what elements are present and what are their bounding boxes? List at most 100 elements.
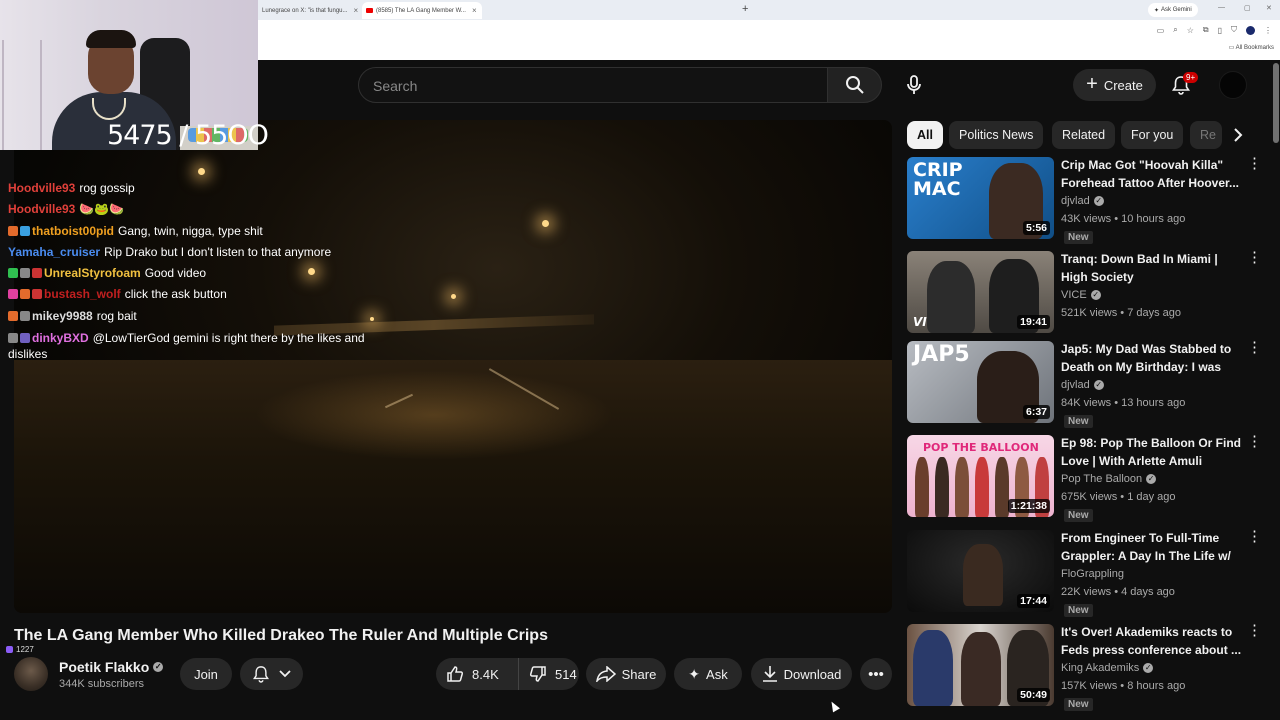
join-button[interactable]: Join — [180, 658, 232, 690]
chat-badge-icon — [20, 333, 30, 344]
recommended-title[interactable]: Jap5: My Dad Was Stabbed to Death on My … — [1061, 341, 1243, 377]
goal-counter: 5475 / 55OO — [107, 120, 269, 151]
chat-message: Hoodville93 🍉🐸🍉 — [8, 199, 388, 220]
create-button[interactable]: + Create — [1073, 69, 1156, 101]
chat-badge-icon — [32, 268, 42, 279]
sparkle-icon: ✦ — [688, 665, 701, 682]
menu-icon[interactable]: ⋮ — [1264, 26, 1272, 35]
recommended-title[interactable]: Tranq: Down Bad In Miami | High Society — [1061, 251, 1243, 286]
recommended-title[interactable]: It's Over! Akademiks reacts to Feds pres… — [1061, 624, 1243, 659]
cast-icon[interactable]: ▭ — [1157, 26, 1165, 35]
profile-avatar[interactable] — [1246, 25, 1255, 35]
sidepanel-icon[interactable]: ▯ — [1218, 26, 1222, 35]
channel-name: King Akademiks — [1061, 662, 1140, 674]
browser-tab-2[interactable]: (8585) The LA Gang Member W... × — [362, 2, 482, 19]
thumbnail-text: POP THE BALLOON — [923, 441, 1039, 454]
more-options-icon[interactable]: ⋮ — [1247, 250, 1262, 265]
recommended-channel[interactable]: FloGrappling — [1061, 568, 1124, 580]
account-avatar[interactable] — [1219, 71, 1247, 99]
close-icon[interactable]: × — [354, 6, 358, 15]
chat-badge-icon — [20, 310, 30, 321]
recommended-meta: 157K views • 8 hours ago — [1061, 680, 1186, 692]
channel-avatar[interactable] — [14, 657, 48, 691]
chat-username: thatboist00pid — [32, 223, 115, 238]
thumbnail[interactable]: 17:44 — [907, 530, 1054, 612]
channel-name: djvlad — [1061, 195, 1090, 207]
more-options-icon[interactable]: ⋮ — [1247, 156, 1262, 171]
scrollbar-thumb[interactable] — [1273, 63, 1279, 143]
chat-username: Hoodville93 — [8, 181, 76, 195]
close-icon[interactable]: × — [472, 6, 477, 15]
maximize-icon[interactable]: ▢ — [1244, 4, 1251, 12]
chip-all[interactable]: All — [907, 121, 943, 149]
chip-related[interactable]: Related — [1052, 121, 1116, 149]
bookmarks-label: All Bookmarks — [1235, 45, 1274, 51]
plus-icon: + — [1086, 73, 1098, 95]
subscription-bell-button[interactable] — [240, 658, 303, 690]
thumbnail[interactable]: JAP5 6:37 — [907, 341, 1054, 423]
tab-strip: Lunegrace on X: "is that fungu... × (858… — [258, 0, 1280, 20]
thumbnail-person — [913, 630, 953, 706]
recommended-channel[interactable]: djvlad ✓ — [1061, 195, 1104, 207]
duration-badge: 19:41 — [1017, 315, 1050, 329]
recommended-channel[interactable]: Pop The Balloon ✓ — [1061, 473, 1157, 485]
recommended-item[interactable]: 17:44 From Engineer To Full-Time Grapple… — [907, 529, 1277, 617]
search-button[interactable] — [827, 67, 882, 103]
more-options-icon[interactable]: ⋮ — [1247, 434, 1262, 449]
download-icon — [762, 666, 777, 682]
share-button[interactable]: Share — [586, 658, 666, 690]
like-button[interactable]: 8.4K — [436, 658, 519, 690]
more-options-icon[interactable]: ⋮ — [1247, 529, 1262, 544]
zoom-icon[interactable]: ⌕ — [1173, 25, 1177, 35]
like-dislike-group: 8.4K 514 — [436, 658, 579, 690]
thumbnail-person — [935, 457, 949, 517]
recommended-item[interactable]: VICE 19:41 Tranq: Down Bad In Miami | Hi… — [907, 250, 1277, 337]
chat-message: dinkyBXD @LowTierGod gemini is right ther… — [8, 327, 388, 362]
recommended-channel[interactable]: djvlad ✓ — [1061, 379, 1104, 391]
dislike-button[interactable]: 514 — [519, 665, 577, 683]
chip-for-you[interactable]: For you — [1121, 121, 1184, 149]
chat-message: bustash_wolf click the ask button — [8, 284, 388, 305]
browser-tab-1[interactable]: Lunegrace on X: "is that fungu... × — [258, 2, 358, 19]
extensions-icon[interactable]: ⧉ — [1203, 25, 1209, 35]
more-options-icon[interactable]: ⋮ — [1247, 623, 1262, 638]
window-close-icon[interactable]: ✕ — [1266, 4, 1272, 12]
search-input[interactable]: Search — [358, 67, 828, 103]
recommended-title[interactable]: Crip Mac Got "Hoovah Killa" Forehead Tat… — [1061, 157, 1243, 192]
chip-politics-news[interactable]: Politics News — [949, 121, 1044, 149]
download-button[interactable]: Download — [751, 658, 852, 690]
bookmarks-button[interactable]: ▭ All Bookmarks — [1229, 44, 1274, 51]
folder-icon: ▭ — [1228, 45, 1235, 51]
ask-gemini-button[interactable]: ✦ Ask Gemini — [1148, 3, 1198, 17]
recommended-title[interactable]: Ep 98: Pop The Balloon Or Find Love | Wi… — [1061, 435, 1243, 470]
recommended-item[interactable]: CRIP MAC 5:56 Crip Mac Got "Hoovah Killa… — [907, 156, 1277, 244]
recommended-item[interactable]: POP THE BALLOON 1:21:38 Ep 98: Pop The B… — [907, 434, 1277, 522]
recommended-item[interactable]: JAP5 6:37 Jap5: My Dad Was Stabbed to De… — [907, 340, 1277, 428]
ask-button[interactable]: ✦ Ask — [674, 658, 742, 690]
thumbnail[interactable]: 50:49 — [907, 624, 1054, 706]
more-options-icon[interactable]: ⋮ — [1247, 340, 1262, 355]
recommended-meta: 521K views • 7 days ago — [1061, 307, 1182, 319]
thumbnail[interactable]: CRIP MAC 5:56 — [907, 157, 1054, 239]
chip-partial[interactable]: Re — [1190, 121, 1222, 149]
new-tab-button[interactable]: + — [742, 3, 748, 15]
voice-search-button[interactable] — [895, 67, 933, 103]
more-actions-button[interactable]: ••• — [860, 658, 892, 690]
recommended-channel[interactable]: King Akademiks ✓ — [1061, 662, 1154, 674]
channel-name-link[interactable]: Poetik Flakko ✓ — [59, 659, 164, 675]
recommended-title[interactable]: From Engineer To Full-Time Grappler: A D… — [1061, 530, 1243, 566]
extension-icon[interactable]: ⛉ — [1231, 25, 1237, 35]
chat-message: Yamaha_cruiser Rip Drako but I don't list… — [8, 242, 388, 263]
thumbnail[interactable]: VICE 19:41 — [907, 251, 1054, 333]
channel-name: VICE — [1061, 289, 1087, 301]
duration-badge: 17:44 — [1017, 594, 1050, 608]
star-icon[interactable]: ☆ — [1187, 26, 1194, 35]
minimize-icon[interactable]: — — [1218, 4, 1225, 11]
recommended-item[interactable]: 50:49 It's Over! Akademiks reacts to Fed… — [907, 623, 1277, 711]
thumbnail[interactable]: POP THE BALLOON 1:21:38 — [907, 435, 1054, 517]
page-scrollbar[interactable] — [1272, 60, 1280, 720]
microphone-icon — [907, 75, 921, 94]
search-placeholder: Search — [373, 78, 418, 94]
recommended-channel[interactable]: VICE ✓ — [1061, 289, 1101, 301]
chips-next-button[interactable] — [1224, 121, 1252, 149]
